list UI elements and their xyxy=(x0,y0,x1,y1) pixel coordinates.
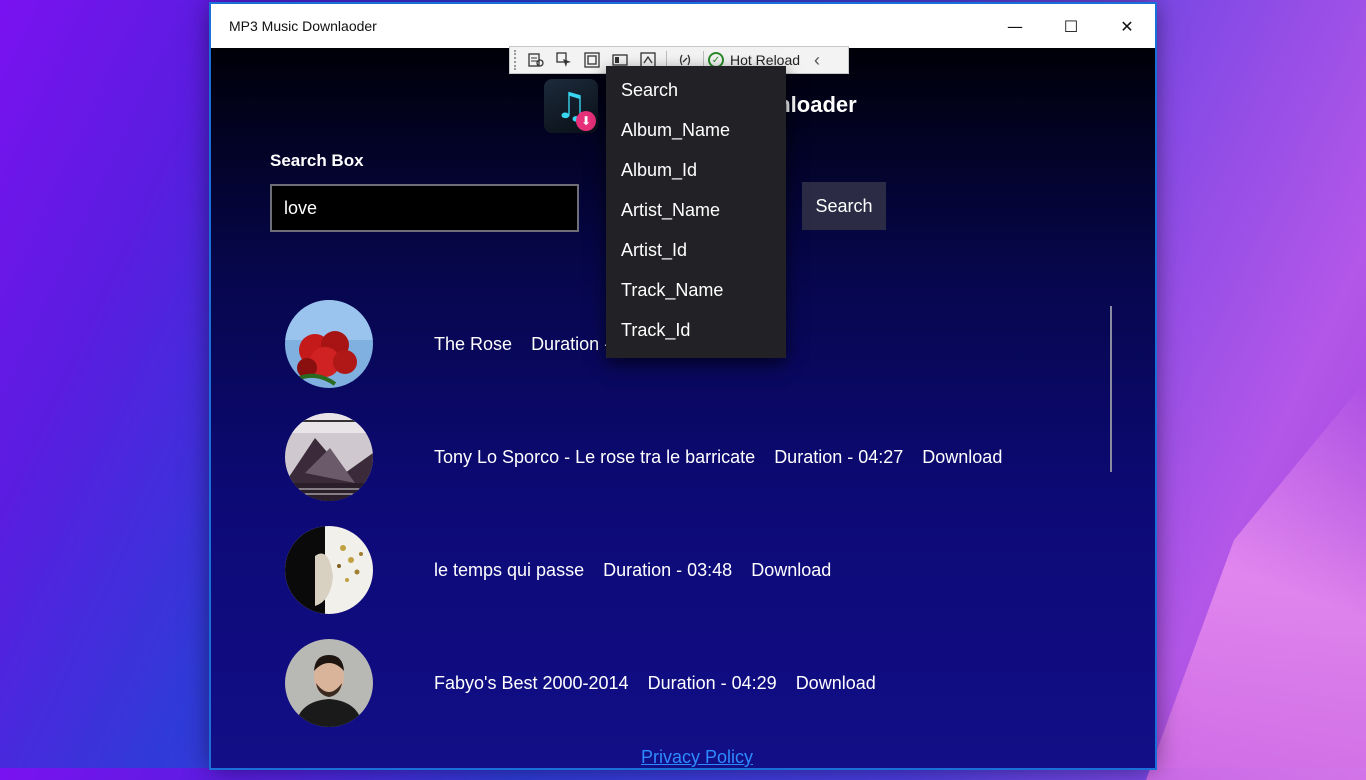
privacy-policy-link[interactable]: Privacy Policy xyxy=(641,747,753,768)
dropdown-option-artist-name[interactable]: Artist_Name xyxy=(606,190,786,230)
download-badge-icon: ⬇ xyxy=(576,111,596,131)
close-button[interactable]: ✕ xyxy=(1099,4,1155,48)
track-duration: Duration - 04:29 xyxy=(647,672,777,693)
dropdown-option-search[interactable]: Search xyxy=(606,70,786,110)
title-bar: MP3 Music Downlaoder — ☐ ✕ xyxy=(211,4,1155,48)
track-duration: Duration - 04:27 xyxy=(774,446,904,467)
minimize-button[interactable]: — xyxy=(987,4,1043,48)
select-element-icon[interactable] xyxy=(550,49,578,71)
search-button[interactable]: Search xyxy=(802,182,886,230)
download-link[interactable]: Download xyxy=(922,447,1002,467)
download-link[interactable]: Download xyxy=(796,673,876,693)
track-info: Tony Lo Sporco - Le rose tra le barricat… xyxy=(434,447,1016,468)
dropdown-option-track-id[interactable]: Track_Id xyxy=(606,310,786,350)
track-info: Fabyo's Best 2000-2014 Duration - 04:29 … xyxy=(434,673,890,694)
display-layout-adorners-icon[interactable] xyxy=(578,49,606,71)
maximize-button[interactable]: ☐ xyxy=(1043,4,1099,48)
minimize-icon: — xyxy=(1007,16,1023,36)
album-art-rose xyxy=(285,300,373,388)
track-duration: Duration - 03:48 xyxy=(603,559,733,580)
results-scrollbar[interactable] xyxy=(1110,306,1112,472)
track-row: Tony Lo Sporco - Le rose tra le barricat… xyxy=(285,413,1016,501)
dropdown-option-artist-id[interactable]: Artist_Id xyxy=(606,230,786,270)
collapse-toolbar-icon[interactable]: ‹ xyxy=(814,50,820,71)
dropdown-option-track-name[interactable]: Track_Name xyxy=(606,270,786,310)
maximize-icon: ☐ xyxy=(1063,16,1079,36)
close-icon: ✕ xyxy=(1120,16,1134,36)
search-input[interactable] xyxy=(270,184,579,232)
track-name: The Rose xyxy=(434,333,513,354)
search-box-label: Search Box xyxy=(270,151,364,170)
album-art-fabyo xyxy=(285,639,373,727)
track-row: le temps qui passe Duration - 03:48 Down… xyxy=(285,526,845,614)
desktop-wallpaper-sheen xyxy=(1146,380,1366,780)
track-name: le temps qui passe xyxy=(434,559,585,580)
dropdown-option-album-name[interactable]: Album_Name xyxy=(606,110,786,150)
album-art-temps xyxy=(285,526,373,614)
track-name: Tony Lo Sporco - Le rose tra le barricat… xyxy=(434,446,756,467)
download-link[interactable]: Download xyxy=(751,560,831,580)
app-window: MP3 Music Downlaoder — ☐ ✕ ✓ Hot Reload … xyxy=(211,4,1155,768)
window-title: MP3 Music Downlaoder xyxy=(229,18,377,34)
live-visual-tree-icon[interactable] xyxy=(522,49,550,71)
dropdown-option-album-id[interactable]: Album_Id xyxy=(606,150,786,190)
track-row: Fabyo's Best 2000-2014 Duration - 04:29 … xyxy=(285,639,890,727)
track-info: le temps qui passe Duration - 03:48 Down… xyxy=(434,560,845,581)
track-name: Fabyo's Best 2000-2014 xyxy=(434,672,629,693)
toolbar-grip-icon[interactable] xyxy=(514,50,522,70)
search-type-dropdown: Search Album_Name Album_Id Artist_Name A… xyxy=(606,66,786,358)
app-logo: ♫ ⬇ xyxy=(544,79,598,133)
album-art-barricate xyxy=(285,413,373,501)
